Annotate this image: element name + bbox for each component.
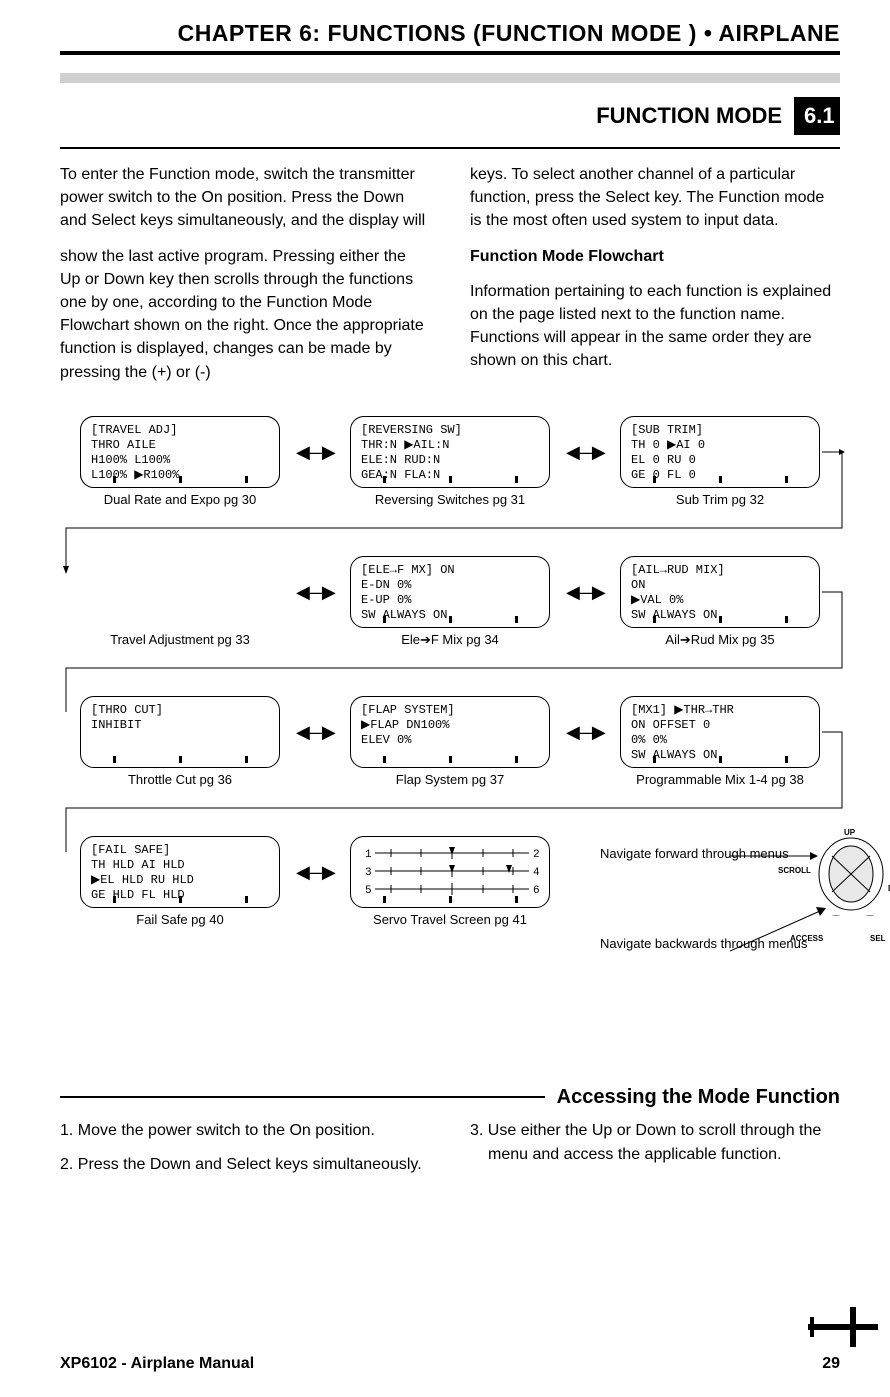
svg-text:4: 4 <box>533 867 540 879</box>
right-column: keys. To select another channel of a par… <box>470 163 840 396</box>
section-tab: 6.1 <box>794 97 840 135</box>
ctrl-scroll-label: SCROLL <box>778 866 811 875</box>
chapter-header: CHAPTER 6: FUNCTIONS (FUNCTION MODE ) • … <box>60 20 840 47</box>
lcd-line: THRO AILE <box>91 438 269 453</box>
svg-text:3: 3 <box>365 867 372 879</box>
lcd-line: [AIL→RUD MIX] <box>631 563 809 578</box>
footer-right: 29 <box>822 1355 840 1373</box>
footer-left: XP6102 - Airplane Manual <box>60 1355 254 1373</box>
arrow-icon: ◀—▶ <box>296 862 333 883</box>
step-2: 2. Press the Down and Select keys simult… <box>60 1153 430 1177</box>
lcd-line: [TRAVEL ADJ] <box>91 423 269 438</box>
screen-label-failsafe: Fail Safe pg 40 <box>80 912 280 927</box>
rule-black <box>60 51 840 55</box>
lcd-line: H100% L100% <box>91 453 269 468</box>
airplane-icon <box>808 1307 878 1347</box>
ctrl-up-label: UP <box>844 828 855 837</box>
access-title: Accessing the Mode Function <box>557 1086 840 1109</box>
right-para-2: Information pertaining to each function … <box>470 280 840 373</box>
rule-gray <box>60 73 840 83</box>
lcd-line: [FLAP SYSTEM] <box>361 703 539 718</box>
screen-servo: 1 3 5 2 4 6 <box>350 836 550 908</box>
lcd-line: [MX1] ▶THR→THR <box>631 703 809 718</box>
svg-text:1: 1 <box>365 849 372 861</box>
lcd-line: [SUB TRIM] <box>631 423 809 438</box>
flowchart: [D/R & EXP] ▶AILE POS 0 EXP LIN D/R 100%… <box>60 416 840 1046</box>
scroll-wheel-icon <box>806 836 886 916</box>
flowchart-heading: Function Mode Flowchart <box>470 245 840 268</box>
right-para-1: keys. To select another channel of a par… <box>470 163 840 233</box>
lcd-line: [REVERSING SW] <box>361 423 539 438</box>
lcd-line: ▶EL HLD RU HLD <box>91 873 269 888</box>
step-1: 1. Move the power switch to the On posit… <box>60 1119 430 1143</box>
left-column: To enter the Function mode, switch the t… <box>60 163 430 396</box>
step-3: 3. Use either the Up or Down to scroll t… <box>470 1119 840 1167</box>
lcd-line: [ELE→F MX] ON <box>361 563 539 578</box>
screen-travel: [TRAVEL ADJ] THRO AILE H100% L100% L100%… <box>80 416 280 488</box>
lcd-line: TH HLD AI HLD <box>91 858 269 873</box>
servo-monitor-icon: 1 3 5 2 4 6 <box>361 843 541 899</box>
section-title: FUNCTION MODE <box>596 103 782 129</box>
ctrl-sel-label: SEL <box>870 934 886 943</box>
screen-label-servo: Servo Travel Screen pg 41 <box>350 912 550 927</box>
access-line <box>60 1096 545 1098</box>
left-para-1: To enter the Function mode, switch the t… <box>60 163 430 233</box>
lcd-line: [THRO CUT] <box>91 703 269 718</box>
ctrl-access-label: ACCESS <box>790 934 823 943</box>
left-para-2: show the last active program. Pressing e… <box>60 245 430 384</box>
svg-text:2: 2 <box>533 849 540 861</box>
section-underline <box>60 147 840 149</box>
lcd-line: [FAIL SAFE] <box>91 843 269 858</box>
screen-failsafe: [FAIL SAFE] TH HLD AI HLD ▶EL HLD RU HLD… <box>80 836 280 908</box>
